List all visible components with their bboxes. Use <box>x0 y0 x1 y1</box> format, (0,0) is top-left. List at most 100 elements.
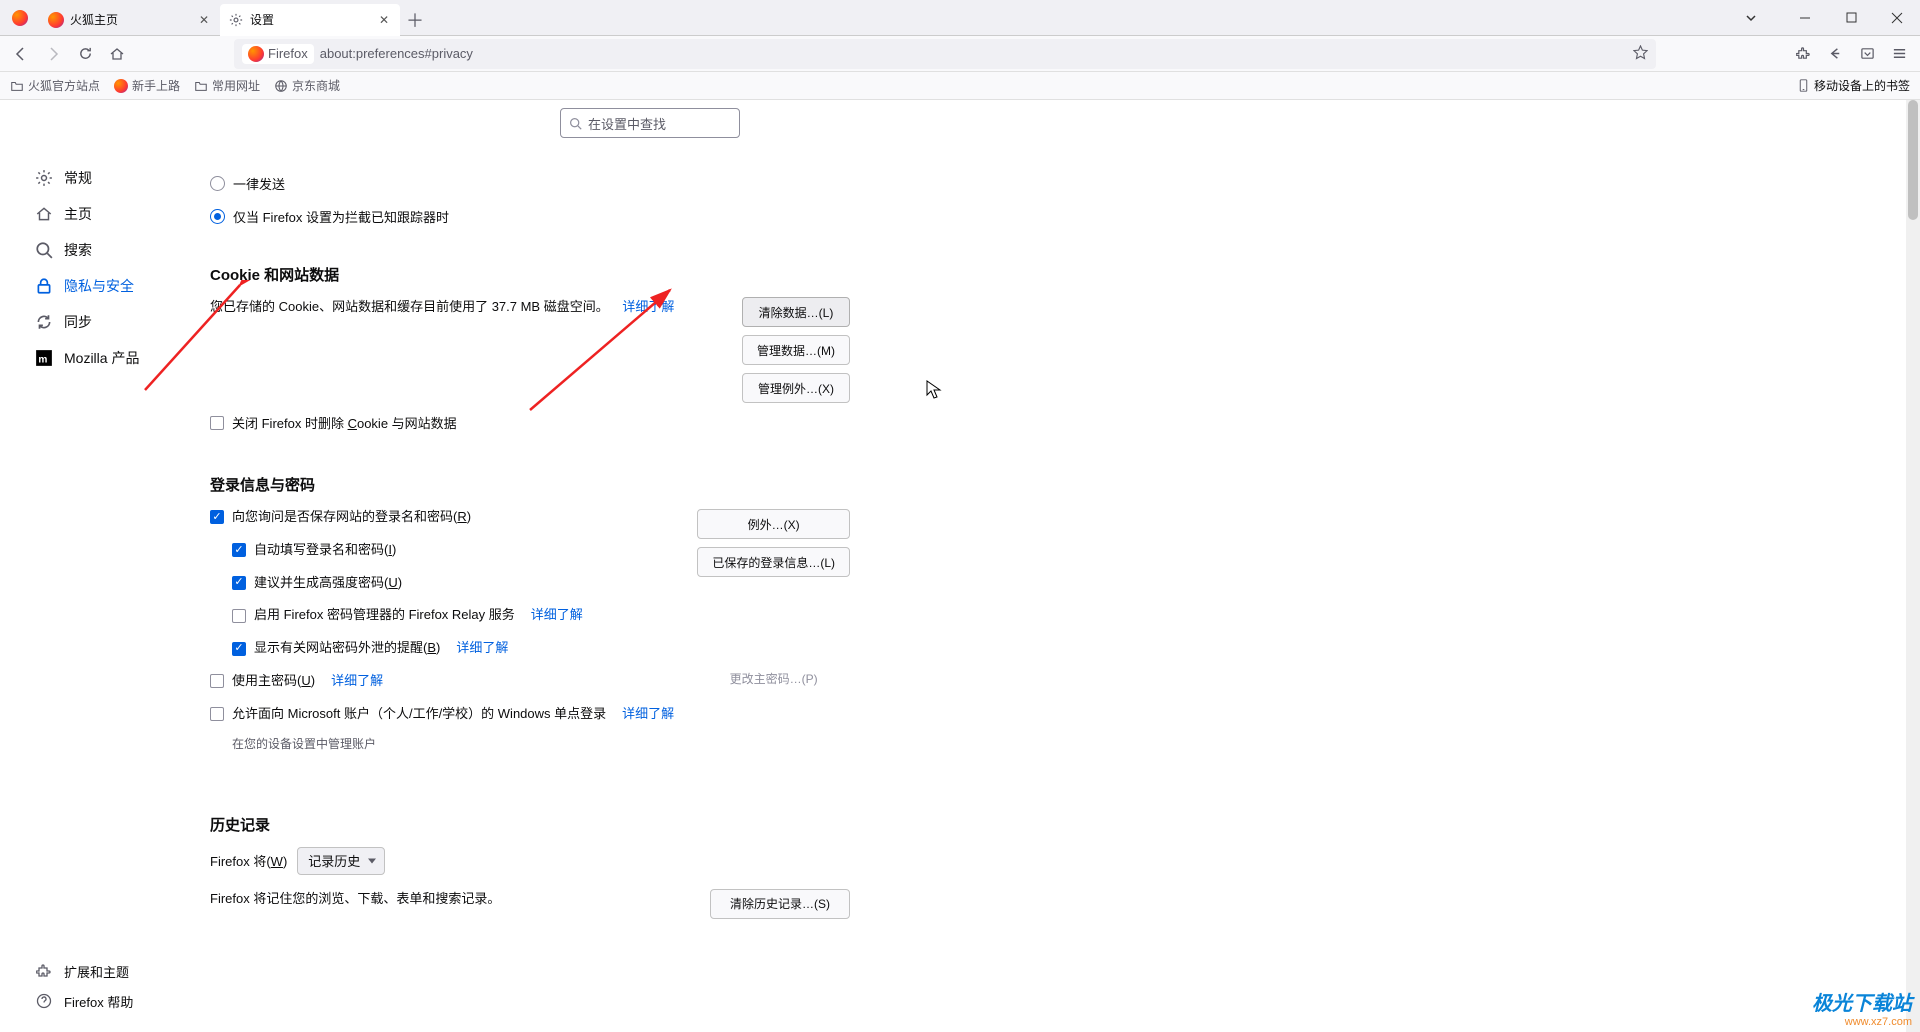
gear-icon <box>228 12 244 28</box>
learn-more-link[interactable]: 详细了解 <box>622 299 674 314</box>
home-button[interactable] <box>102 39 132 69</box>
bookmark-label: 新手上路 <box>132 77 180 94</box>
preferences-content: 常规 主页 搜索 隐私与安全 同步 m Mozilla 产品 扩展和主题 <box>0 100 1920 1032</box>
sidebar-label: 隐私与安全 <box>64 276 134 296</box>
sidebar-label: 扩展和主题 <box>64 962 129 981</box>
checkbox-label: 关闭 Firefox 时删除 Cookie 与网站数据 <box>232 413 457 432</box>
clear-history-button[interactable]: 清除历史记录…(S) <box>710 889 850 919</box>
checkbox-breach-alerts[interactable]: 显示有关网站密码外泄的提醒(B) 详细了解 <box>232 638 677 659</box>
back-button[interactable] <box>6 39 36 69</box>
saved-logins-button[interactable]: 已保存的登录信息…(L) <box>697 547 850 577</box>
close-icon[interactable]: ✕ <box>196 12 212 28</box>
change-primary-password-button: 更改主密码…(P) <box>697 663 850 693</box>
checkbox-ask-save[interactable]: 向您询问是否保存网站的登录名和密码(R) <box>210 507 677 528</box>
firefox-icon <box>248 46 264 62</box>
tab-strip: 火狐主页 ✕ 设置 ✕ ＋ <box>40 0 1728 35</box>
sidebar-item-extensions[interactable]: 扩展和主题 <box>28 956 139 986</box>
sidebar-item-general[interactable]: 常规 <box>28 160 210 196</box>
firefox-icon <box>114 79 128 93</box>
checkbox-icon <box>210 707 224 721</box>
checkbox-label: 自动填写登录名和密码(I) <box>254 540 396 561</box>
forward-button[interactable] <box>38 39 68 69</box>
identity-box[interactable]: Firefox <box>242 44 314 64</box>
manage-data-button[interactable]: 管理数据…(M) <box>742 335 850 365</box>
question-icon <box>34 991 54 1011</box>
checkbox-suggest-strong[interactable]: 建议并生成高强度密码(U) <box>232 573 677 594</box>
radio-only-when-blocking[interactable]: 仅当 Firefox 设置为拦截已知跟踪器时 <box>210 207 850 226</box>
checkbox-relay[interactable]: 启用 Firefox 密码管理器的 Firefox Relay 服务 详细了解 <box>232 605 677 626</box>
mobile-bookmarks-label: 移动设备上的书签 <box>1814 77 1910 94</box>
checkbox-icon <box>232 609 246 623</box>
sync-icon <box>34 312 54 332</box>
bookmark-folder-common[interactable]: 常用网址 <box>194 77 260 94</box>
app-menu-icon[interactable] <box>1884 39 1914 69</box>
tab-huohu[interactable]: 火狐主页 ✕ <box>40 4 220 36</box>
sidebar-item-help[interactable]: Firefox 帮助 <box>28 986 139 1016</box>
checkbox-icon <box>210 510 224 524</box>
bookmark-label: 常用网址 <box>212 77 260 94</box>
radio-always-send[interactable]: 一律发送 <box>210 174 850 193</box>
url-bar[interactable]: Firefox about:preferences#privacy <box>234 39 1656 69</box>
history-mode-dropdown[interactable]: 记录历史 <box>297 847 385 875</box>
cookies-desc: 您已存储的 Cookie、网站数据和缓存目前使用了 37.7 MB 磁盘空间。 <box>210 299 609 314</box>
checkbox-primary-password[interactable]: 使用主密码(U) 详细了解 <box>210 671 677 692</box>
sidebar-label: 同步 <box>64 312 92 332</box>
url-text: about:preferences#privacy <box>320 46 473 61</box>
bookmark-folder-official[interactable]: 火狐官方站点 <box>10 77 100 94</box>
gear-icon <box>34 168 54 188</box>
checkbox-icon <box>232 543 246 557</box>
sidebar-item-privacy[interactable]: 隐私与安全 <box>28 268 210 304</box>
tab-title: 火狐主页 <box>70 11 190 28</box>
bookmark-newbie[interactable]: 新手上路 <box>114 77 180 94</box>
extensions-icon[interactable] <box>1788 39 1818 69</box>
window-close[interactable] <box>1874 0 1920 36</box>
puzzle-icon <box>34 961 54 981</box>
sidebar-label: Mozilla 产品 <box>64 348 139 368</box>
sidebar-item-sync[interactable]: 同步 <box>28 304 210 340</box>
bookmark-label: 火狐官方站点 <box>28 77 100 94</box>
learn-more-link[interactable]: 详细了解 <box>331 671 383 692</box>
manage-exceptions-button[interactable]: 管理例外…(X) <box>742 373 850 403</box>
tab-title: 设置 <box>250 11 370 28</box>
radio-icon <box>210 209 225 224</box>
titlebar-controls <box>1728 0 1920 35</box>
learn-more-link[interactable]: 详细了解 <box>456 638 508 659</box>
checkbox-icon <box>210 674 224 688</box>
search-input[interactable]: 在设置中查找 <box>560 108 740 138</box>
sidebar-item-search[interactable]: 搜索 <box>28 232 210 268</box>
learn-more-link[interactable]: 详细了解 <box>531 605 583 626</box>
checkbox-ms-sso[interactable]: 允许面向 Microsoft 账户（个人/工作/学校）的 Windows 单点登… <box>210 704 677 725</box>
checkbox-label: 显示有关网站密码外泄的提醒(B) <box>254 638 440 659</box>
window-minimize[interactable] <box>1782 0 1828 36</box>
nav-toolbar: Firefox about:preferences#privacy <box>0 36 1920 72</box>
clear-data-button[interactable]: 清除数据…(L) <box>742 297 850 327</box>
search-icon <box>569 117 582 130</box>
bookmark-star-icon[interactable] <box>1633 45 1648 63</box>
pinned-firefox-icon[interactable] <box>0 0 40 35</box>
checkbox-delete-on-close[interactable]: 关闭 Firefox 时删除 Cookie 与网站数据 <box>210 413 850 432</box>
window-maximize[interactable] <box>1828 0 1874 36</box>
sidebar-label: 主页 <box>64 204 92 224</box>
learn-more-link[interactable]: 详细了解 <box>622 704 674 725</box>
close-icon[interactable]: ✕ <box>376 12 392 28</box>
radio-label: 仅当 Firefox 设置为拦截已知跟踪器时 <box>233 207 449 226</box>
reload-button[interactable] <box>70 39 100 69</box>
pocket-icon[interactable] <box>1852 39 1882 69</box>
bookmark-jd[interactable]: 京东商城 <box>274 77 340 94</box>
checkbox-autofill[interactable]: 自动填写登录名和密码(I) <box>232 540 677 561</box>
checkbox-label: 允许面向 Microsoft 账户（个人/工作/学校）的 Windows 单点登… <box>232 704 606 725</box>
library-icon[interactable] <box>1820 39 1850 69</box>
logins-exceptions-button[interactable]: 例外…(X) <box>697 509 850 539</box>
dropdown-value: 记录历史 <box>308 851 360 870</box>
sidebar-item-mozilla[interactable]: m Mozilla 产品 <box>28 340 210 376</box>
sidebar-item-home[interactable]: 主页 <box>28 196 210 232</box>
ms-sso-helper-text: 在您的设备设置中管理账户 <box>232 735 677 754</box>
checkbox-icon <box>232 642 246 656</box>
tab-settings[interactable]: 设置 ✕ <box>220 4 400 36</box>
history-label: Firefox 将(W) <box>210 851 287 870</box>
section-title-history: 历史记录 <box>210 814 850 835</box>
chevron-down-icon[interactable] <box>1728 0 1774 36</box>
title-bar: 火狐主页 ✕ 设置 ✕ ＋ <box>0 0 1920 36</box>
mobile-bookmarks[interactable]: 移动设备上的书签 <box>1797 77 1910 94</box>
new-tab-button[interactable]: ＋ <box>400 5 430 35</box>
